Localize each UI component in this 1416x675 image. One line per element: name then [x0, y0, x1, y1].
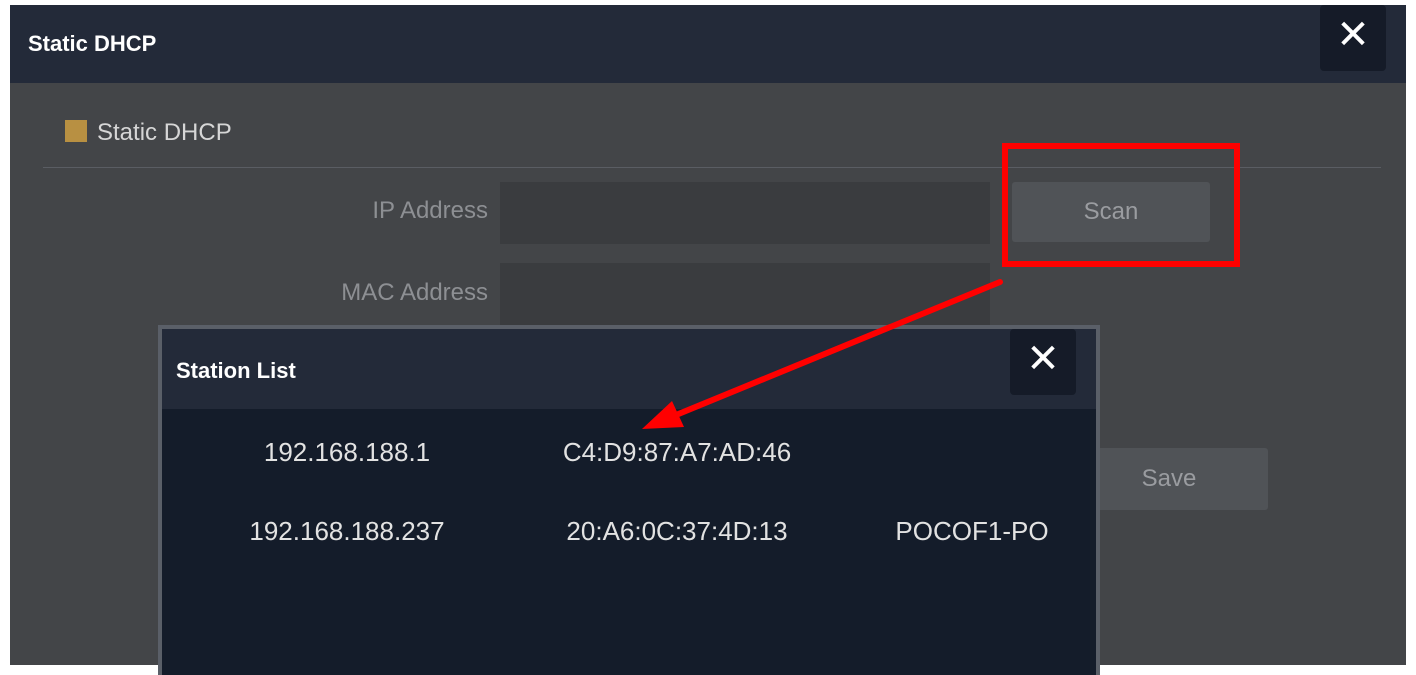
station-name: POCOF1-PO	[895, 516, 1049, 546]
station-ip: 192.168.188.1	[263, 437, 431, 467]
station-ip: 192.168.188.237	[249, 516, 445, 546]
close-icon: ✕	[1336, 13, 1370, 57]
mac-address-input[interactable]	[500, 263, 990, 325]
dialog-header: Static DHCP ✕	[10, 5, 1406, 83]
mac-address-label: MAC Address	[341, 279, 488, 306]
station-list-header: Station List ✕	[162, 329, 1096, 409]
dialog-title: Static DHCP	[28, 31, 157, 56]
station-mac: 20:A6:0C:37:4D:13	[566, 516, 788, 546]
station-mac: C4:D9:87:A7:AD:46	[562, 437, 792, 467]
station-row[interactable]: 192.168.188.1 C4:D9:87:A7:AD:46	[162, 437, 1096, 477]
scan-highlight-box	[1002, 143, 1240, 267]
station-row[interactable]: 192.168.188.237 20:A6:0C:37:4D:13 POCOF1…	[162, 516, 1096, 556]
dialog-close-button[interactable]: ✕	[1320, 5, 1386, 71]
close-icon: ✕	[1026, 337, 1060, 381]
ip-address-label: IP Address	[372, 197, 488, 224]
ip-address-input[interactable]	[500, 182, 990, 244]
section-marker-icon	[65, 120, 87, 142]
section-heading-label: Static DHCP	[97, 119, 232, 146]
screenshot-stage: Static DHCP ✕ Static DHCP IP Address MAC…	[0, 0, 1416, 675]
station-list-close-button[interactable]: ✕	[1010, 329, 1076, 395]
section-heading: Static DHCP	[65, 119, 232, 147]
station-list-title: Station List	[176, 358, 296, 383]
station-list-modal: Station List ✕ 192.168.188.1 C4:D9:87:A7…	[158, 325, 1100, 675]
